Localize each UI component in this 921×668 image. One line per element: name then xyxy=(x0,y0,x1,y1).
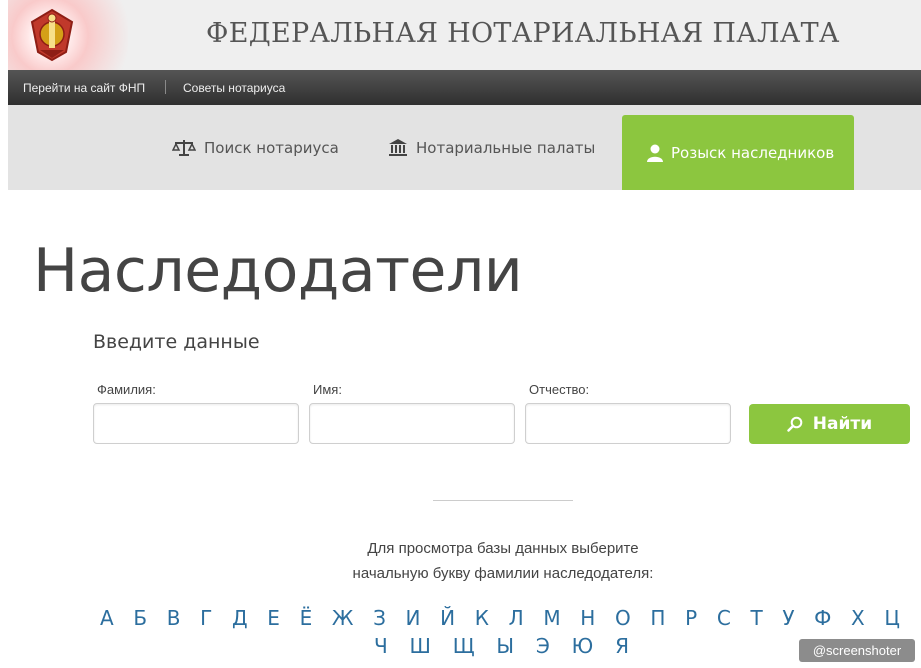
letter-link[interactable]: Т xyxy=(750,606,762,630)
alphabet-row-2: ЧШЩЫЭЮЯ xyxy=(374,634,629,658)
search-icon xyxy=(787,416,803,432)
letter-link[interactable]: Д xyxy=(232,606,248,630)
letter-link[interactable]: Э xyxy=(536,634,550,658)
surname-label: Фамилия: xyxy=(97,382,156,397)
letter-link[interactable]: Е xyxy=(267,606,280,630)
hint-line-1: Для просмотра базы данных выберите xyxy=(367,540,639,557)
letter-link[interactable]: З xyxy=(373,606,386,630)
link-notary-tips[interactable]: Советы нотариуса xyxy=(183,81,285,95)
alphabet-hint: Для просмотра базы данных выберите начал… xyxy=(303,536,703,586)
letter-link[interactable]: Ж xyxy=(332,606,354,630)
letter-link[interactable]: Ц xyxy=(884,606,900,630)
tabs-bar: Поиск нотариуса Нотариальные палаты Розы… xyxy=(8,105,921,190)
letter-link[interactable]: А xyxy=(100,606,114,630)
tab-heir-search[interactable]: Розыск наследников xyxy=(622,115,854,190)
letter-link[interactable]: Ш xyxy=(410,634,431,658)
letter-link[interactable]: Ф xyxy=(814,606,831,630)
patronymic-label: Отчество: xyxy=(529,382,590,397)
divider xyxy=(165,80,166,94)
letter-link[interactable]: Я xyxy=(615,634,629,658)
building-icon xyxy=(389,139,407,156)
letter-link[interactable]: Й xyxy=(440,606,455,630)
letter-link[interactable]: В xyxy=(167,606,181,630)
hint-line-2: начальную букву фамилии наследодателя: xyxy=(352,565,654,582)
patronymic-input[interactable] xyxy=(525,403,731,444)
tab-label: Нотариальные палаты xyxy=(416,138,596,157)
letter-link[interactable]: Х xyxy=(851,606,865,630)
letter-link[interactable]: У xyxy=(782,606,794,630)
letter-link[interactable]: И xyxy=(406,606,421,630)
tab-label: Поиск нотариуса xyxy=(204,138,339,157)
first-name-input[interactable] xyxy=(309,403,515,444)
tab-notary-search[interactable]: Поиск нотариуса xyxy=(172,105,339,190)
tab-notary-chambers[interactable]: Нотариальные палаты xyxy=(388,105,595,190)
scales-icon xyxy=(172,139,196,156)
letter-link[interactable]: Р xyxy=(685,606,697,630)
section-divider xyxy=(433,500,573,501)
screenshoter-watermark: @screenshoter xyxy=(799,639,915,662)
letter-link[interactable]: К xyxy=(475,606,489,630)
letter-link[interactable]: Ч xyxy=(374,634,388,658)
letter-link[interactable]: Ю xyxy=(572,634,594,658)
first-name-label: Имя: xyxy=(313,382,342,397)
letter-link[interactable]: Ы xyxy=(496,634,514,658)
letter-link[interactable]: Щ xyxy=(453,634,475,658)
surname-input[interactable] xyxy=(93,403,299,444)
form-subtitle: Введите данные xyxy=(93,331,260,353)
alphabet-row-1: АБВГДЕЁЖЗИЙКЛМНОПРСТУФХЦ xyxy=(100,606,900,630)
top-nav-bar: Перейти на сайт ФНП Советы нотариуса xyxy=(8,70,921,105)
person-icon xyxy=(647,144,663,162)
search-button-label: Найти xyxy=(812,414,873,434)
letter-link[interactable]: Б xyxy=(133,606,147,630)
letter-link[interactable]: О xyxy=(615,606,631,630)
letter-link[interactable]: М xyxy=(543,606,560,630)
tab-label: Розыск наследников xyxy=(671,143,835,162)
fnp-emblem-icon[interactable] xyxy=(8,0,128,70)
site-title: ФЕДЕРАЛЬНАЯ НОТАРИАЛЬНАЯ ПАЛАТА xyxy=(206,18,840,49)
letter-link[interactable]: С xyxy=(717,606,731,630)
page-title: Наследодатели xyxy=(33,236,523,306)
letter-link[interactable]: П xyxy=(650,606,665,630)
link-fnp-site[interactable]: Перейти на сайт ФНП xyxy=(23,81,145,95)
letter-link[interactable]: Ё xyxy=(300,606,313,630)
site-header: ФЕДЕРАЛЬНАЯ НОТАРИАЛЬНАЯ ПАЛАТА xyxy=(8,0,921,70)
letter-link[interactable]: Л xyxy=(509,606,524,630)
letter-link[interactable]: Г xyxy=(200,606,212,630)
letter-link[interactable]: Н xyxy=(580,606,595,630)
search-button[interactable]: Найти xyxy=(749,404,910,444)
